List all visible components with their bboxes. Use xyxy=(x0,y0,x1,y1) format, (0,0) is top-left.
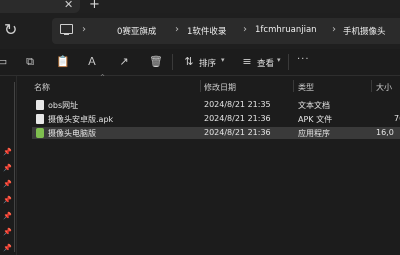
sort-button-label[interactable]: 排序 xyxy=(199,57,216,69)
rename-icon[interactable]: Ａ xyxy=(86,56,98,68)
tab-close-icon[interactable]: ✕ xyxy=(64,0,73,11)
breadcrumb-chevron-icon[interactable]: › xyxy=(332,24,336,35)
view-button-label[interactable]: 查看 xyxy=(257,57,274,69)
sidebar-scrollbar[interactable] xyxy=(14,82,15,252)
pin-icon[interactable]: 📌 xyxy=(3,212,12,220)
file-name: obs网址 xyxy=(48,101,79,110)
file-type: APK 文件 xyxy=(298,115,333,124)
breadcrumb-item[interactable]: 1软件收录 xyxy=(187,25,226,37)
more-options-button[interactable]: ··· xyxy=(297,54,310,65)
app-icon xyxy=(36,128,44,138)
column-header-type[interactable]: 类型 xyxy=(298,82,314,93)
breadcrumb-item[interactable]: 0赛亚旗成 xyxy=(117,25,156,37)
chevron-down-icon[interactable]: ▾ xyxy=(221,56,225,64)
file-type: 应用程序 xyxy=(298,129,330,138)
paste-icon[interactable]: 📋 xyxy=(56,56,70,68)
view-icon[interactable]: ≡ xyxy=(241,56,253,68)
toolbar-divider xyxy=(288,54,289,70)
file-date: 2024/8/21 21:36 xyxy=(204,128,271,137)
column-divider[interactable] xyxy=(200,80,201,92)
text-file-icon xyxy=(36,100,44,110)
refresh-icon[interactable]: ↻ xyxy=(4,20,17,39)
new-tab-button[interactable]: + xyxy=(89,0,100,12)
column-header-size[interactable]: 大小 xyxy=(376,82,392,93)
file-size: 76 xyxy=(394,114,400,123)
cut-icon[interactable]: ▭ xyxy=(0,56,8,68)
column-divider[interactable] xyxy=(293,80,294,92)
file-row-selected[interactable]: 摄像头电脑版 2024/8/21 21:36 应用程序 16,0 xyxy=(32,127,400,139)
breadcrumb-chevron-icon[interactable]: › xyxy=(243,24,247,35)
chevron-down-icon[interactable]: ▾ xyxy=(277,56,281,64)
apk-file-icon xyxy=(36,114,44,124)
column-header-name[interactable]: 名称 xyxy=(34,82,50,93)
breadcrumb-item[interactable]: 1fcmhruanjian xyxy=(255,25,317,35)
pin-icon[interactable]: 📌 xyxy=(3,196,12,204)
breadcrumb-chevron-icon[interactable]: › xyxy=(82,24,86,35)
delete-icon[interactable]: 🗑 xyxy=(149,56,163,68)
breadcrumb-item[interactable]: 手机摄像头 xyxy=(343,25,386,37)
file-name: 摄像头安卓版.apk xyxy=(48,115,114,124)
file-date: 2024/8/21 21:35 xyxy=(204,100,271,109)
breadcrumb-chevron-icon[interactable]: › xyxy=(175,24,179,35)
column-header-date[interactable]: 修改日期 xyxy=(204,82,236,93)
pin-icon[interactable]: 📌 xyxy=(3,180,12,188)
toolbar-divider xyxy=(172,54,173,70)
file-size: 16,0 xyxy=(376,128,394,137)
file-name: 摄像头电脑版 xyxy=(48,129,96,138)
pin-icon[interactable]: 📌 xyxy=(3,164,12,172)
pin-icon[interactable]: 📌 xyxy=(3,244,12,252)
file-type: 文本文档 xyxy=(298,101,330,110)
copy-icon[interactable]: ⧉ xyxy=(24,56,36,68)
this-pc-icon[interactable] xyxy=(60,24,73,34)
file-row[interactable]: 摄像头安卓版.apk 2024/8/21 21:36 APK 文件 76 xyxy=(32,113,400,125)
file-date: 2024/8/21 21:36 xyxy=(204,114,271,123)
pin-icon[interactable]: 📌 xyxy=(3,228,12,236)
this-pc-icon-stand xyxy=(64,34,69,35)
column-divider[interactable] xyxy=(371,80,372,92)
share-icon[interactable]: ↗ xyxy=(118,56,130,68)
sort-icon[interactable]: ⇅ xyxy=(183,56,195,68)
pin-icon[interactable]: 📌 xyxy=(3,148,12,156)
sort-ascending-icon: ^ xyxy=(100,74,106,81)
file-row[interactable]: obs网址 2024/8/21 21:35 文本文档 xyxy=(32,99,400,111)
